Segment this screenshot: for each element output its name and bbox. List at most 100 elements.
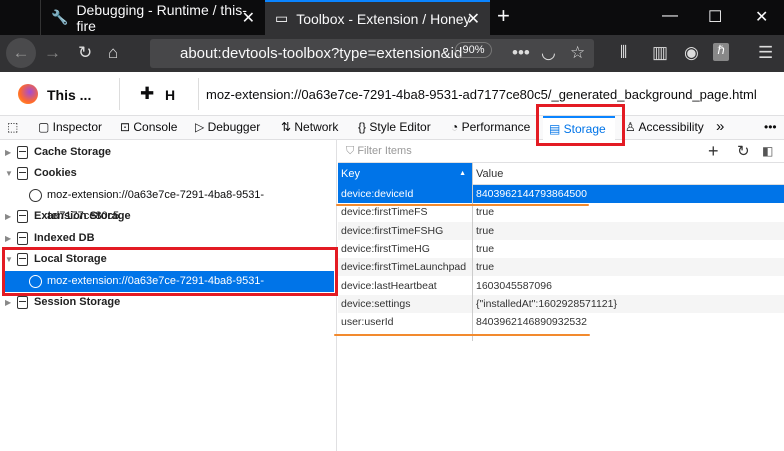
table-row[interactable]: device:lastHeartbeat 1603045587096 (338, 276, 784, 295)
expand-arrow-icon[interactable]: ▶ (5, 206, 11, 227)
target-url: moz-extension://0a63e7ce-7291-4ba8-9531-… (206, 87, 757, 102)
table-row[interactable]: device:firstTimeHG true (338, 239, 784, 258)
filter-bar: ⛉ Filter Items + ↻ ◧ (338, 140, 784, 163)
window-icon: ▭ (275, 10, 289, 26)
close-tab-icon[interactable]: ✕ (242, 8, 255, 28)
row-key: device:firstTimeLaunchpad (341, 261, 467, 274)
pocket-icon[interactable]: ◡ (541, 43, 556, 63)
expand-arrow-icon[interactable]: ▶ (5, 228, 11, 249)
more-tabs-icon[interactable]: » (716, 116, 724, 140)
target-item[interactable]: H (165, 87, 175, 103)
storage-icon (17, 167, 28, 180)
filter-icon: ⛉ (346, 145, 358, 157)
column-value[interactable]: Value (473, 163, 784, 185)
add-item-button[interactable]: + (708, 140, 719, 163)
account-icon[interactable]: ◉ (684, 43, 699, 63)
back-button[interactable]: ← (6, 38, 36, 68)
row-value: 1603045587096 (476, 279, 552, 292)
storage-icon (17, 146, 28, 159)
toggle-sidebar-button[interactable]: ◧ (762, 140, 773, 163)
target-item[interactable]: This ... (47, 87, 91, 103)
maximize-button[interactable]: ☐ (708, 7, 722, 27)
row-value: true (476, 224, 495, 237)
row-key: device:firstTimeFSHG (341, 224, 444, 237)
column-label: Value (476, 168, 504, 180)
tree-extension-storage[interactable]: ▶ Extension Storage (0, 206, 336, 227)
tree-cache-storage[interactable]: ▶ Cache Storage (0, 142, 336, 163)
tree-cookies-host[interactable]: moz-extension://0a63e7ce-7291-4ba8-9531-… (0, 185, 336, 222)
tab-console[interactable]: ⊡ Console (120, 116, 177, 140)
tree-label: Cache Storage (34, 146, 112, 158)
firefox-icon (18, 84, 38, 104)
tab-label: Debugger (207, 120, 261, 134)
close-window-button[interactable]: ✕ (755, 7, 768, 27)
library-icon[interactable]: ⫴ (620, 43, 627, 63)
sidebar-icon[interactable]: ▥ (652, 43, 668, 63)
tab-network[interactable]: ⇅ Network (281, 116, 338, 140)
row-key: device:settings (341, 297, 411, 310)
table-row[interactable]: device:firstTimeFSHG true (338, 221, 784, 240)
row-key: device:deviceId (341, 188, 414, 200)
page-actions-icon[interactable]: ••• (512, 43, 530, 63)
table-header: Key ▲ Value (338, 163, 784, 185)
home-button[interactable]: ⌂ (108, 43, 118, 63)
row-value: 8403962146890932532 (476, 316, 587, 329)
table-row[interactable]: device:deviceId 8403962144793864500 (338, 185, 784, 203)
element-picker-icon[interactable]: ⬚ (7, 116, 18, 140)
tab-label: Inspector (52, 120, 103, 134)
forward-button[interactable]: → (44, 43, 61, 63)
tab-debugger[interactable]: ▷ Debugger (195, 116, 260, 140)
collapse-arrow-icon[interactable]: ▼ (5, 163, 13, 184)
wrench-icon: 🔧 (51, 9, 69, 25)
close-tab-icon[interactable]: ✕ (467, 9, 480, 29)
table-row[interactable]: user:userId 8403962146890932532 (338, 313, 784, 332)
minimize-button[interactable]: — (662, 7, 678, 25)
row-key: device:lastHeartbeat (341, 279, 437, 292)
tab-toolbox[interactable]: ▭ Toolbox - Extension / Honey ✕ (265, 0, 490, 35)
row-value: true (476, 242, 495, 255)
table-row[interactable]: device:firstTimeLaunchpad true (338, 258, 784, 277)
column-label: Key (341, 168, 360, 180)
devtools-toolbar: ⬚ ▢ Inspector ⊡ Console ▷ Debugger ⇅ Net… (0, 116, 784, 140)
tab-accessibility[interactable]: ♙ Accessibility (625, 116, 704, 140)
tree-label: Indexed DB (34, 232, 95, 244)
storage-icon (17, 210, 28, 223)
puzzle-icon: ✚ (140, 84, 155, 103)
tab-label: Toolbox - Extension / Honey (296, 10, 471, 27)
tab-style-editor[interactable]: {} Style Editor (358, 116, 431, 140)
row-key: user:userId (341, 316, 394, 329)
tab-label: Console (133, 120, 178, 134)
annotation-underline (334, 334, 590, 336)
row-value: 8403962144793864500 (476, 188, 587, 200)
options-menu-icon[interactable]: ••• (764, 116, 777, 140)
divider (198, 78, 199, 110)
zoom-indicator[interactable]: 90% (455, 42, 492, 58)
expand-arrow-icon[interactable]: ▶ (5, 142, 11, 163)
menu-icon[interactable]: ☰ (758, 43, 773, 63)
sort-ascending-icon: ▲ (459, 170, 466, 177)
extension-icon[interactable]: ℏ (713, 43, 729, 61)
tab-debugging[interactable]: 🔧 Debugging - Runtime / this-fire ✕ (40, 0, 265, 35)
tree-cookies[interactable]: ▼ Cookies (0, 163, 336, 184)
highlight-box (2, 247, 338, 296)
tab-inspector[interactable]: ▢ Inspector (38, 116, 102, 140)
reload-button[interactable]: ↻ (78, 43, 92, 63)
target-bar: This ... ✚ H moz-extension://0a63e7ce-72… (0, 72, 784, 116)
new-tab-button[interactable]: + (497, 3, 510, 29)
row-key: device:firstTimeHG (341, 242, 430, 255)
tab-performance[interactable]: ◔ Performance (451, 116, 530, 140)
bookmark-star-icon[interactable]: ☆ (570, 43, 585, 63)
row-value: {"installedAt":1602928571121} (476, 297, 617, 310)
storage-icon (17, 296, 28, 309)
table-row[interactable]: device:settings {"installedAt":1602928571… (338, 294, 784, 313)
tree-indexed-db[interactable]: ▶ Indexed DB (0, 228, 336, 249)
url-text: about:devtools-toolbox?type=extension&id (180, 45, 463, 62)
nav-bar: ← → ↻ ⌂ about:devtools-toolbox?type=exte… (0, 35, 784, 72)
tree-label: Cookies (34, 167, 77, 179)
column-divider (472, 163, 473, 341)
tab-label: Performance (461, 120, 531, 134)
column-key[interactable]: Key ▲ (338, 163, 472, 185)
tab-label: Debugging - Runtime / this-fire (76, 1, 247, 34)
filter-input[interactable]: Filter Items (357, 145, 411, 157)
refresh-button[interactable]: ↻ (737, 140, 750, 163)
